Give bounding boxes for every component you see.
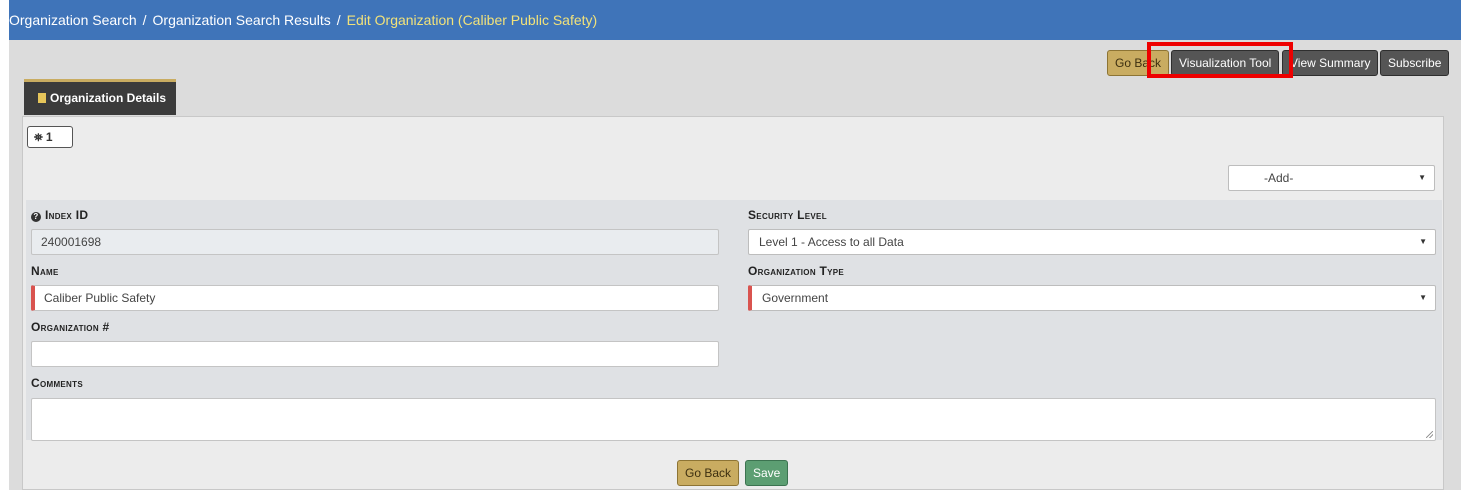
security-level-label: Security Level	[748, 208, 827, 222]
breadcrumb-organization-search[interactable]: Organization Search	[9, 12, 137, 28]
tab-organization-details[interactable]: Organization Details	[24, 79, 176, 115]
add-select[interactable]: -Add- ▼	[1228, 165, 1435, 191]
breadcrumb: Organization Search / Organization Search …	[9, 0, 1461, 40]
help-icon[interactable]: ?	[31, 212, 41, 222]
chevron-down-icon: ▼	[1418, 173, 1426, 182]
chevron-down-icon: ▼	[1419, 293, 1427, 302]
index-id-label: ? Index ID	[31, 208, 88, 222]
tab-label: Organization Details	[50, 91, 167, 105]
breadcrumb-separator: /	[142, 12, 147, 28]
left-edge	[0, 0, 9, 490]
breadcrumb-current-page: Edit Organization (Caliber Public Safety…	[346, 12, 598, 28]
add-select-value: -Add-	[1264, 171, 1294, 185]
index-id-label-text: Index ID	[45, 208, 89, 222]
footer-go-back-button[interactable]: Go Back	[677, 460, 740, 486]
organization-number-label: Organization #	[31, 320, 110, 334]
organization-details-panel: ⛯ 1 -Add- ▼ ? Index ID 240001698 Security …	[22, 116, 1444, 490]
security-level-value: Level 1 - Access to all Data	[759, 235, 904, 249]
comments-field[interactable]	[31, 398, 1436, 441]
subscribe-button[interactable]: Subscribe	[1380, 50, 1450, 76]
organization-type-select[interactable]: Government ▼	[748, 285, 1436, 311]
view-summary-button[interactable]: View Summary	[1282, 50, 1379, 76]
organization-type-value: Government	[762, 291, 829, 305]
visualization-tool-button[interactable]: Visualization Tool	[1171, 50, 1280, 76]
breadcrumb-search-results[interactable]: Organization Search Results	[153, 12, 331, 28]
map-locations-button[interactable]: ⛯ 1	[27, 126, 73, 148]
organization-number-field[interactable]	[31, 341, 719, 367]
map-count: 1	[45, 130, 53, 144]
chevron-down-icon: ▼	[1419, 237, 1427, 246]
organization-type-label: Organization Type	[748, 264, 845, 278]
go-back-button[interactable]: Go Back	[1107, 50, 1170, 76]
building-icon	[38, 93, 46, 103]
map-marker-icon: ⛯	[34, 132, 43, 144]
index-id-field: 240001698	[31, 229, 719, 255]
comments-label: Comments	[31, 376, 83, 390]
security-level-select[interactable]: Level 1 - Access to all Data ▼	[748, 229, 1436, 255]
save-button[interactable]: Save	[745, 460, 789, 486]
resize-handle-icon[interactable]	[1426, 431, 1433, 438]
page-content: Go Back Visualization Tool View Summary …	[9, 40, 1461, 490]
name-label: Name	[31, 264, 59, 278]
form-area: ? Index ID 240001698 Security Level Level…	[26, 200, 1442, 441]
name-field[interactable]: Caliber Public Safety	[31, 285, 719, 311]
breadcrumb-separator: /	[336, 12, 341, 28]
